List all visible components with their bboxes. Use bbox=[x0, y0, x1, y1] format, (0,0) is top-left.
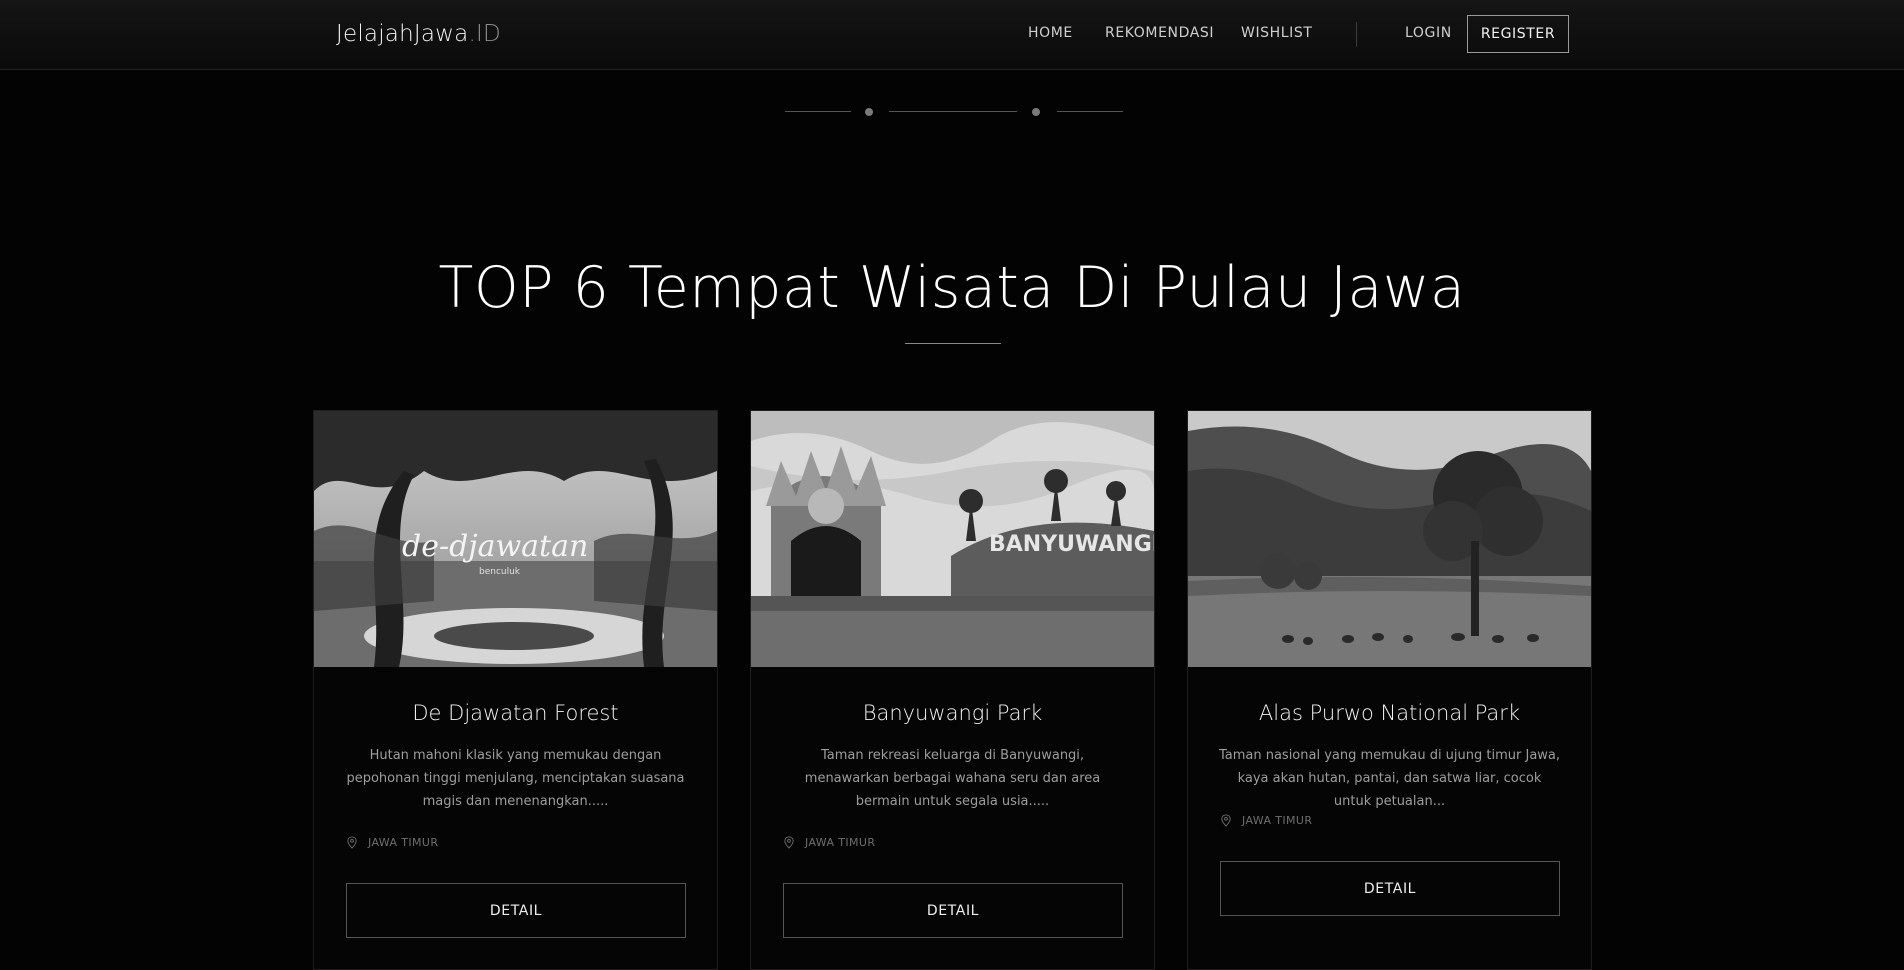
card-description: Taman nasional yang memukau di ujung tim… bbox=[1218, 748, 1561, 809]
destination-card: Alas Purwo National Park Taman nasional … bbox=[1187, 410, 1592, 970]
detail-button[interactable]: DETAIL bbox=[783, 883, 1123, 938]
image-sign-subtext: benculuk bbox=[479, 567, 521, 577]
card-location: JAWA TIMUR bbox=[1220, 814, 1312, 827]
map-pin-icon bbox=[784, 836, 794, 849]
map-pin-icon bbox=[347, 836, 357, 849]
card-location-label: JAWA TIMUR bbox=[368, 836, 439, 849]
image-sign-text: BANYUWANGI PARK bbox=[989, 532, 1154, 557]
map-pin-icon bbox=[1221, 814, 1231, 827]
card-image bbox=[1188, 411, 1591, 667]
card-location-label: JAWA TIMUR bbox=[805, 836, 876, 849]
navbar: JelajahJawa.ID HOME REKOMENDASI WISHLIST… bbox=[0, 0, 1904, 70]
card-title: De Djawatan Forest bbox=[412, 701, 619, 725]
nav-login[interactable]: LOGIN bbox=[1405, 25, 1452, 41]
detail-button[interactable]: DETAIL bbox=[346, 883, 686, 938]
card-location-label: JAWA TIMUR bbox=[1242, 814, 1313, 827]
destination-card: de-djawatan benculuk De Djawatan Forest … bbox=[313, 410, 718, 970]
brand-name: JelajahJawa bbox=[336, 21, 469, 47]
nav-wishlist[interactable]: WISHLIST bbox=[1241, 25, 1313, 41]
register-button[interactable]: REGISTER bbox=[1467, 15, 1569, 53]
section-title: TOP 6 Tempat Wisata Di Pulau Jawa bbox=[438, 255, 1466, 321]
card-description: Taman rekreasi keluarga di Banyuwangi, m… bbox=[804, 748, 1101, 809]
card-image: BANYUWANGI PARK bbox=[751, 411, 1154, 667]
title-underline bbox=[905, 343, 1001, 344]
destination-card: BANYUWANGI PARK Banyuwangi Park Taman re… bbox=[750, 410, 1155, 970]
card-location: JAWA TIMUR bbox=[346, 836, 438, 849]
detail-button[interactable]: DETAIL bbox=[1220, 861, 1560, 916]
card-title: Alas Purwo National Park bbox=[1258, 701, 1521, 725]
card-location: JAWA TIMUR bbox=[783, 836, 875, 849]
image-sign-text: de-djawatan bbox=[402, 529, 588, 564]
card-description: Hutan mahoni klasik yang memukau dengan … bbox=[346, 748, 685, 809]
card-title: Banyuwangi Park bbox=[862, 701, 1043, 725]
brand-suffix: .ID bbox=[468, 21, 501, 47]
nav-rekomendasi[interactable]: REKOMENDASI bbox=[1105, 25, 1214, 41]
nav-divider bbox=[1356, 22, 1357, 47]
brand-logo[interactable]: JelajahJawa.ID bbox=[336, 21, 501, 47]
card-image: de-djawatan benculuk bbox=[314, 411, 717, 667]
nav-home[interactable]: HOME bbox=[1028, 25, 1073, 41]
